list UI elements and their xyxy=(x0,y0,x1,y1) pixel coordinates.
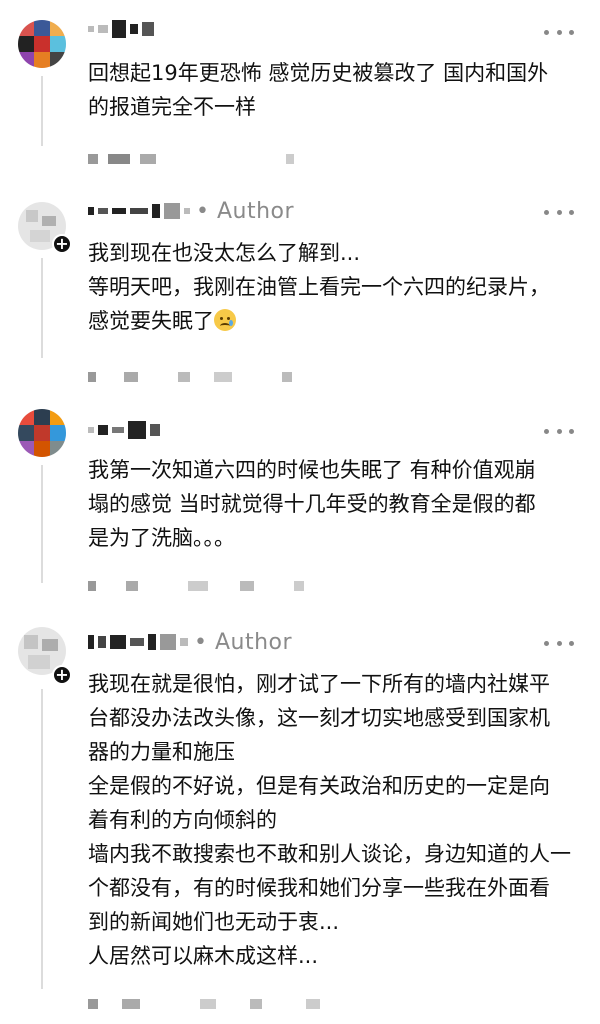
comment-actions xyxy=(88,368,292,386)
comment-line: 个都没有，有的时候我和她们分享一些我在外面看 xyxy=(88,876,550,900)
username-redacted[interactable] xyxy=(88,19,154,39)
action-redacted[interactable] xyxy=(306,999,320,1009)
comment-line: 到的新闻她们也无动于衷... xyxy=(88,910,340,934)
username-redacted[interactable] xyxy=(88,201,190,221)
comment-3: 我第一次知道六四的时候也失眠了 有种价值观崩 塌的感觉 当时就觉得十几年受的教育… xyxy=(0,405,600,625)
comment-text: 我到现在也没太怎么了解到... 等明天吧，我刚在油管上看完一个六四的纪录片， 感… xyxy=(88,236,588,338)
comment-line: 我现在就是很怕，刚才试了一下所有的墙内社媒平 xyxy=(88,672,550,696)
username-redacted[interactable] xyxy=(88,420,160,440)
comment-actions xyxy=(88,577,304,595)
action-redacted[interactable] xyxy=(88,154,98,164)
follow-add-icon[interactable]: + xyxy=(52,665,72,685)
comment-line: 感觉要失眠了 xyxy=(88,309,214,333)
author-tag: • Author xyxy=(194,629,293,655)
comment-header: • Author xyxy=(88,629,292,655)
comment-1: 回想起19年更恐怖 感觉历史被篡改了 国内和国外 的报道完全不一样 xyxy=(0,0,600,190)
comment-header xyxy=(88,417,160,443)
action-redacted[interactable] xyxy=(188,581,208,591)
action-redacted[interactable] xyxy=(200,999,216,1009)
action-redacted[interactable] xyxy=(122,999,140,1009)
action-redacted[interactable] xyxy=(140,154,156,164)
action-redacted[interactable] xyxy=(250,999,262,1009)
more-options-button[interactable] xyxy=(544,421,574,441)
comment-actions xyxy=(88,150,294,168)
comment-line: 塌的感觉 当时就觉得十几年受的教育全是假的都 xyxy=(88,492,536,516)
action-redacted[interactable] xyxy=(240,581,254,591)
action-redacted[interactable] xyxy=(178,372,190,382)
username-redacted[interactable] xyxy=(88,632,188,652)
more-horizontal-icon xyxy=(544,29,549,35)
follow-add-icon[interactable]: + xyxy=(52,234,72,254)
comment-actions xyxy=(88,995,320,1013)
action-redacted[interactable] xyxy=(126,581,138,591)
comment-line: 墙内我不敢搜索也不敢和别人谈论，身边知道的人一 xyxy=(88,842,571,866)
action-redacted[interactable] xyxy=(88,999,98,1009)
avatar[interactable] xyxy=(18,20,66,68)
comment-line: 台都没办法改头像，这一刻才切实地感受到国家机 xyxy=(88,706,550,730)
comment-4: + • Author 我现在就是很怕，刚才试了一下所有的墙内社媒平 台都没办法改… xyxy=(0,625,600,1024)
comment-line: 器的力量和施压 xyxy=(88,740,235,764)
thread-line xyxy=(41,689,43,989)
action-redacted[interactable] xyxy=(124,372,138,382)
more-horizontal-icon xyxy=(544,209,549,215)
comment-line: 着有利的方向倾斜的 xyxy=(88,808,277,832)
comment-line: 人居然可以麻木成这样... xyxy=(88,944,319,968)
comment-text: 回想起19年更恐怖 感觉历史被篡改了 国内和国外 的报道完全不一样 xyxy=(88,56,588,124)
comment-line: 全是假的不好说，但是有关政治和历史的一定是向 xyxy=(88,774,550,798)
action-redacted[interactable] xyxy=(294,581,304,591)
action-redacted[interactable] xyxy=(108,154,130,164)
action-redacted[interactable] xyxy=(88,581,96,591)
more-options-button[interactable] xyxy=(544,22,574,42)
comment-header: • Author xyxy=(88,198,294,224)
crying-face-emoji-icon xyxy=(214,309,236,331)
comment-line: 我第一次知道六四的时候也失眠了 有种价值观崩 xyxy=(88,458,536,482)
comment-2: + • Author 我到现在也没太怎么了解到... 等明天吧，我刚在油管上看完… xyxy=(0,190,600,405)
action-redacted[interactable] xyxy=(88,372,96,382)
more-horizontal-icon xyxy=(544,428,549,434)
more-options-button[interactable] xyxy=(544,202,574,222)
thread-line xyxy=(41,465,43,583)
comment-line: 等明天吧，我刚在油管上看完一个六四的纪录片， xyxy=(88,275,550,299)
comment-line: 是为了洗脑。。。 xyxy=(88,526,235,550)
thread-line xyxy=(41,258,43,358)
comment-text: 我现在就是很怕，刚才试了一下所有的墙内社媒平 台都没办法改头像，这一刻才切实地感… xyxy=(88,667,588,973)
action-redacted[interactable] xyxy=(214,372,232,382)
comment-text: 我第一次知道六四的时候也失眠了 有种价值观崩 塌的感觉 当时就觉得十几年受的教育… xyxy=(88,453,588,555)
comment-line: 的报道完全不一样 xyxy=(88,95,256,119)
comment-header xyxy=(88,16,154,42)
comment-line: 回想起19年更恐怖 感觉历史被篡改了 国内和国外 xyxy=(88,61,549,85)
action-redacted[interactable] xyxy=(286,154,294,164)
action-redacted[interactable] xyxy=(282,372,292,382)
more-options-button[interactable] xyxy=(544,633,574,653)
author-tag: • Author xyxy=(196,198,295,224)
avatar[interactable] xyxy=(18,409,66,457)
comment-line: 我到现在也没太怎么了解到... xyxy=(88,241,361,265)
more-horizontal-icon xyxy=(544,640,549,646)
thread-line xyxy=(41,76,43,146)
comment-line-with-emoji: 感觉要失眠了 xyxy=(88,304,588,338)
